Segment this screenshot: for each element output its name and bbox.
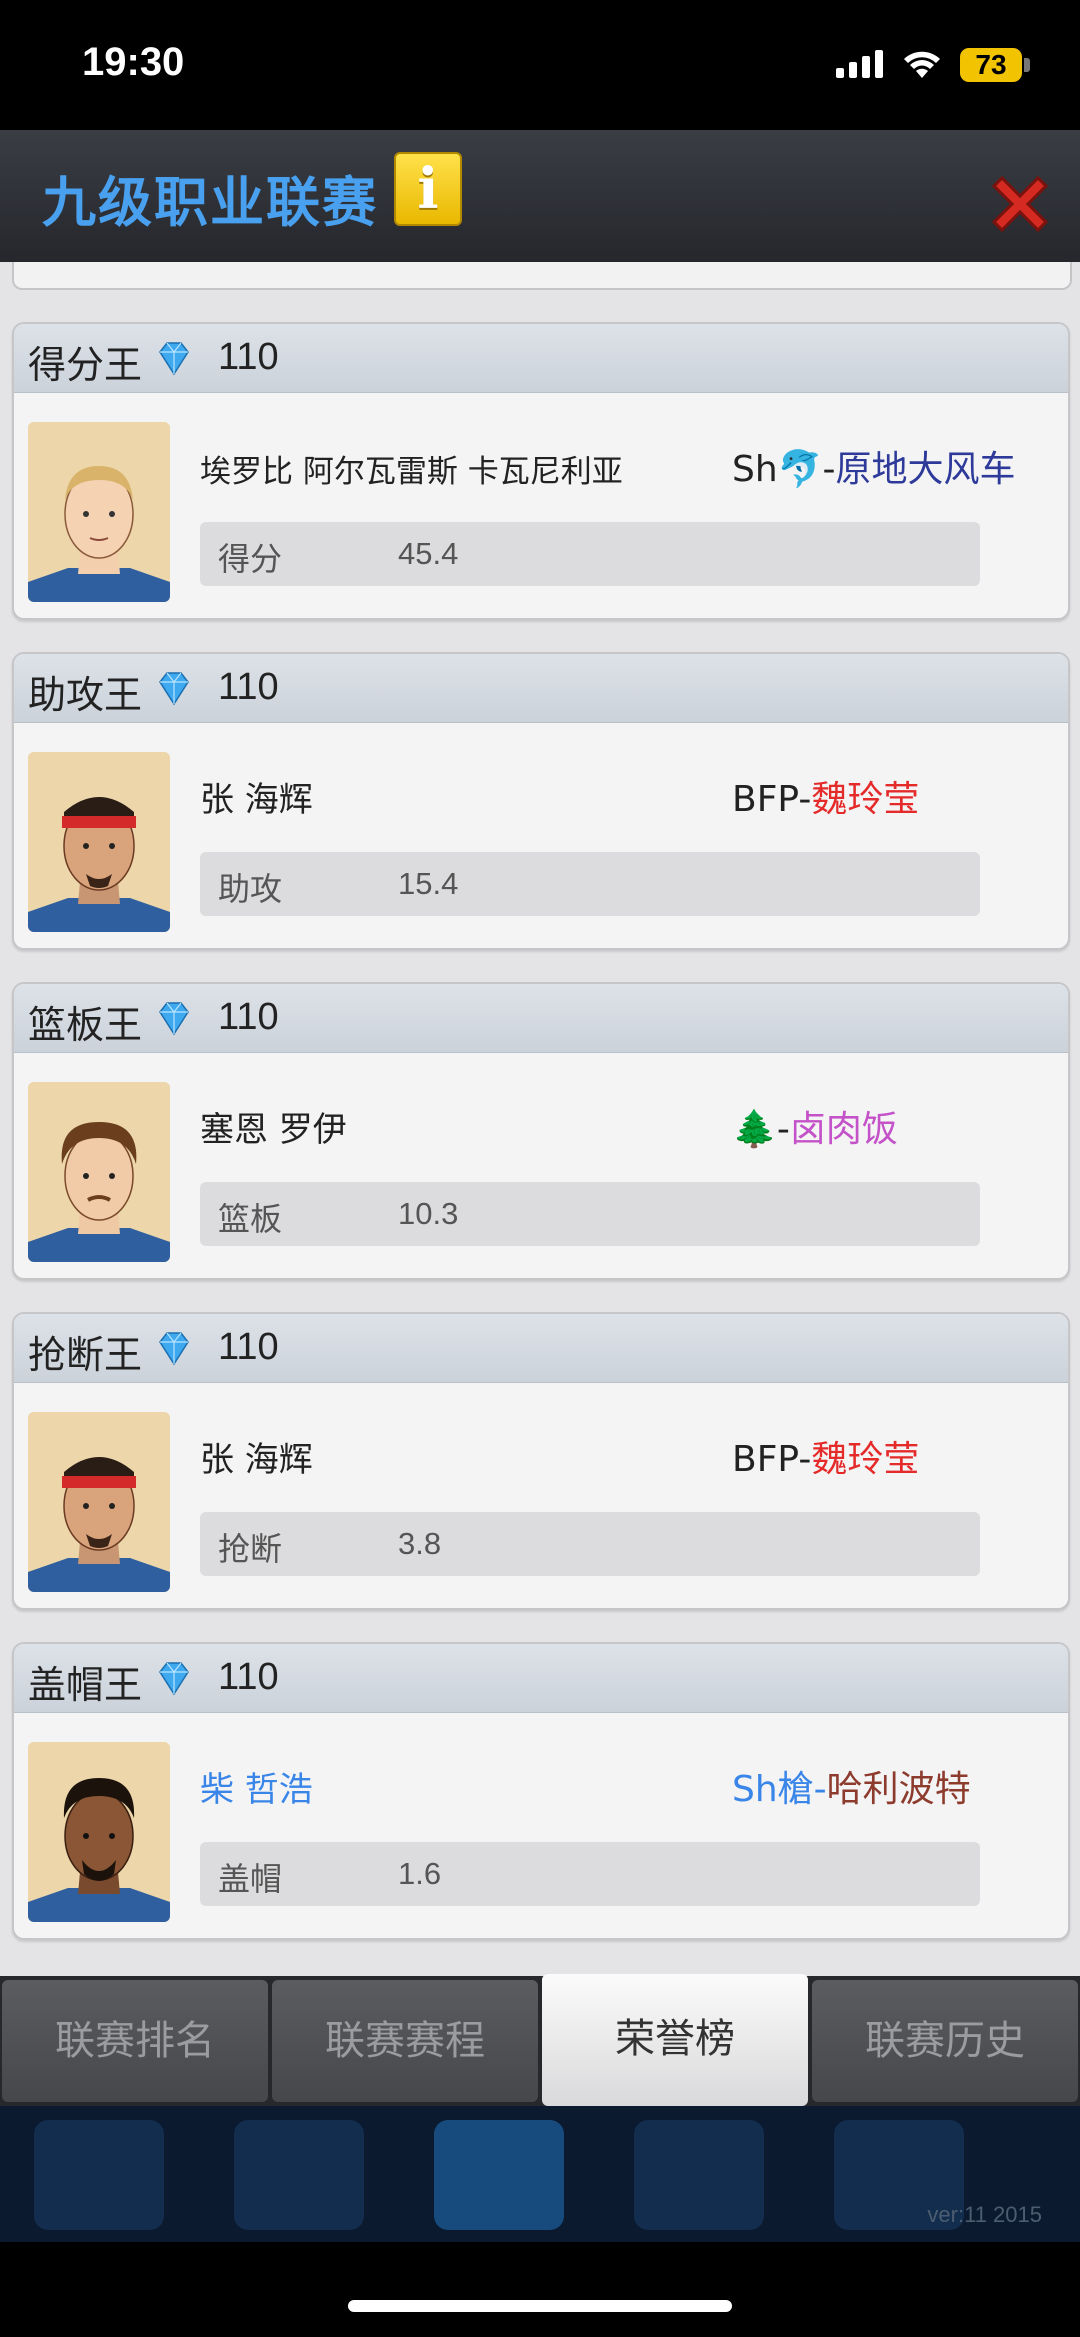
award-title: 助攻王 xyxy=(28,673,143,717)
tab-league-history[interactable]: 联赛历史 xyxy=(812,1980,1078,2102)
home-area xyxy=(0,2242,1080,2337)
stat-value: 10.3 xyxy=(398,1196,459,1231)
award-card-assists: 助攻王 110 张 海辉 BFP-魏玲莹 助攻 15.4 xyxy=(12,652,1070,950)
player-avatar[interactable] xyxy=(28,1742,170,1922)
player-name[interactable]: 柴 哲浩 xyxy=(200,1762,313,1811)
stat-bar: 助攻 15.4 xyxy=(200,852,980,916)
award-title: 盖帽王 xyxy=(28,1663,143,1707)
diamond-icon xyxy=(159,342,189,376)
nav-ghost-item xyxy=(634,2120,764,2230)
diamond-icon xyxy=(159,672,189,706)
team-name[interactable]: BFP-魏玲莹 xyxy=(732,1430,919,1482)
stat-value: 45.4 xyxy=(398,536,459,571)
player-avatar[interactable] xyxy=(28,1412,170,1592)
award-title: 篮板王 xyxy=(28,1003,143,1047)
team-name[interactable]: Sh槍-哈利波特 xyxy=(732,1760,971,1812)
diamond-icon xyxy=(159,1662,189,1696)
award-header: 得分王 110 xyxy=(14,324,1068,393)
player-name[interactable]: 塞恩 罗伊 xyxy=(200,1102,347,1151)
team-name[interactable]: BFP-魏玲莹 xyxy=(732,770,919,822)
player-name[interactable]: 埃罗比 阿尔瓦雷斯 卡瓦尼利亚 xyxy=(200,446,623,491)
stat-label: 盖帽 xyxy=(218,1860,283,1898)
team-name-text: 魏玲莹 xyxy=(811,1439,920,1480)
award-header: 盖帽王 110 xyxy=(14,1644,1068,1713)
previous-card-edge xyxy=(12,262,1072,290)
team-name-text: 原地大风车 xyxy=(835,449,1016,490)
stat-value: 15.4 xyxy=(398,866,459,901)
home-indicator[interactable] xyxy=(348,2300,732,2312)
award-card-rebounds: 篮板王 110 塞恩 罗伊 🌲-卤肉饭 篮板 10.3 xyxy=(12,982,1070,1280)
team-name[interactable]: Sh🐬-原地大风车 xyxy=(732,440,1016,492)
award-card-steals: 抢断王 110 张 海辉 BFP-魏玲莹 抢断 3.8 xyxy=(12,1312,1070,1610)
info-icon: i xyxy=(417,156,439,222)
player-avatar[interactable] xyxy=(28,1082,170,1262)
status-time: 19:30 xyxy=(82,40,185,84)
league-header: 九级职业联赛 i xyxy=(0,130,1080,264)
nav-ghost-item xyxy=(434,2120,564,2230)
wifi-icon xyxy=(904,51,940,78)
award-reward: 110 xyxy=(218,1326,279,1368)
stat-value: 1.6 xyxy=(398,1856,442,1891)
nav-ghost-item xyxy=(34,2120,164,2230)
award-reward: 110 xyxy=(218,1656,279,1698)
team-name[interactable]: 🌲-卤肉饭 xyxy=(732,1100,898,1152)
award-title: 抢断王 xyxy=(28,1333,143,1377)
stat-bar: 抢断 3.8 xyxy=(200,1512,980,1576)
award-reward: 110 xyxy=(218,336,279,378)
team-name-text: 卤肉饭 xyxy=(789,1109,898,1150)
info-button[interactable]: i xyxy=(394,152,462,226)
diamond-icon xyxy=(159,1002,189,1036)
tab-league-ranking[interactable]: 联赛排名 xyxy=(2,1980,268,2102)
stat-label: 篮板 xyxy=(218,1200,283,1238)
award-header: 篮板王 110 xyxy=(14,984,1068,1053)
team-prefix: 🌲- xyxy=(732,1109,790,1150)
tab-league-schedule[interactable]: 联赛赛程 xyxy=(272,1980,538,2102)
battery-tip xyxy=(1024,58,1030,72)
nav-ghost-item xyxy=(234,2120,364,2230)
honor-list[interactable]: 得分王 110 埃罗比 阿尔瓦雷斯 卡瓦尼利亚 Sh🐬-原地大风车 得分 45.… xyxy=(0,262,1080,1976)
player-avatar[interactable] xyxy=(28,752,170,932)
page-title: 九级职业联赛 xyxy=(42,171,378,234)
stat-label: 抢断 xyxy=(218,1530,283,1568)
tab-bar: 联赛排名 联赛赛程 荣誉榜 联赛历史 xyxy=(0,1974,1080,2106)
tab-honor-roll[interactable]: 荣誉榜 xyxy=(542,1974,808,2106)
award-reward: 110 xyxy=(218,666,279,708)
player-name[interactable]: 张 海辉 xyxy=(200,772,313,821)
stat-label: 助攻 xyxy=(218,870,283,908)
award-header: 抢断王 110 xyxy=(14,1314,1068,1383)
status-bar: 19:30 73 xyxy=(0,0,1080,130)
stat-value: 3.8 xyxy=(398,1526,442,1561)
award-title: 得分王 xyxy=(28,343,143,387)
stat-label: 得分 xyxy=(218,540,283,578)
stat-bar: 篮板 10.3 xyxy=(200,1182,980,1246)
diamond-icon xyxy=(159,1332,189,1366)
close-icon[interactable] xyxy=(984,168,1056,240)
team-prefix: BFP- xyxy=(732,779,812,820)
cellular-signal-icon xyxy=(836,50,883,78)
award-card-blocks: 盖帽王 110 柴 哲浩 Sh槍-哈利波特 盖帽 1.6 xyxy=(12,1642,1070,1940)
team-name-text: 魏玲莹 xyxy=(811,779,920,820)
team-prefix: Sh槍- xyxy=(732,1769,827,1810)
version-label: ver:11 2015 xyxy=(927,2202,1042,2227)
team-name-text: 哈利波特 xyxy=(826,1769,971,1810)
battery-icon: 73 xyxy=(960,48,1022,82)
award-card-scoring: 得分王 110 埃罗比 阿尔瓦雷斯 卡瓦尼利亚 Sh🐬-原地大风车 得分 45.… xyxy=(12,322,1070,620)
team-prefix: Sh🐬- xyxy=(732,449,836,490)
team-prefix: BFP- xyxy=(732,1439,812,1480)
award-reward: 110 xyxy=(218,996,279,1038)
player-name[interactable]: 张 海辉 xyxy=(200,1432,313,1481)
stat-bar: 盖帽 1.6 xyxy=(200,1842,980,1906)
player-avatar[interactable] xyxy=(28,422,170,602)
bottom-nav: ver:11 2015 xyxy=(0,2106,1080,2242)
award-header: 助攻王 110 xyxy=(14,654,1068,723)
stat-bar: 得分 45.4 xyxy=(200,522,980,586)
